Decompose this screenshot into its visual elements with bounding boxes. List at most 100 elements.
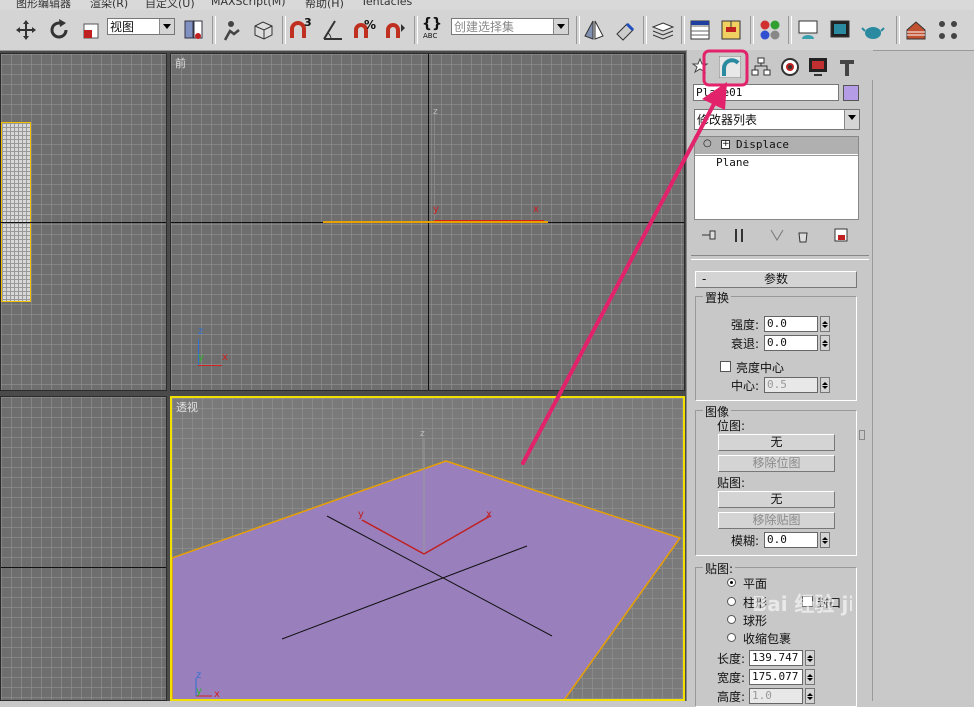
spinner-snap-icon[interactable] bbox=[384, 18, 408, 42]
spinner-arrows-icon[interactable] bbox=[820, 316, 830, 332]
left-viewport[interactable] bbox=[0, 396, 167, 701]
toolbar-separator bbox=[896, 16, 900, 44]
tripod-x-label: x bbox=[222, 352, 228, 363]
perspective-scene: y x z y x z bbox=[172, 429, 682, 699]
menu-customize[interactable]: 自定义(U) bbox=[145, 0, 195, 10]
curve-editor-icon[interactable] bbox=[688, 18, 712, 42]
radio-cylindrical[interactable] bbox=[727, 597, 736, 606]
luminance-center-checkbox[interactable] bbox=[720, 361, 731, 372]
toolbar-separator bbox=[212, 16, 216, 44]
menu-tentacles[interactable]: Tentacles bbox=[361, 0, 412, 8]
toolbar-separator bbox=[643, 16, 647, 44]
rotate-icon[interactable] bbox=[47, 18, 71, 42]
panel-scrollbar-thumb[interactable] bbox=[859, 430, 865, 440]
angle-snap-icon[interactable] bbox=[321, 18, 345, 42]
menu-help[interactable]: 帮助(H) bbox=[305, 0, 344, 10]
chevron-down-icon bbox=[553, 19, 568, 34]
spinner-arrows-icon[interactable] bbox=[805, 669, 815, 685]
hierarchy-tab-icon[interactable] bbox=[750, 56, 772, 78]
edit-named-selection-icon[interactable]: {} ABC bbox=[421, 16, 445, 42]
tripod-y-label: y bbox=[196, 686, 202, 697]
modifier-stack: ○ + Displace Plane bbox=[694, 136, 859, 220]
viewport-label[interactable]: 前 bbox=[175, 55, 186, 71]
schematic-view-icon[interactable] bbox=[719, 18, 743, 42]
menu-maxscript[interactable]: MAXScript(M) bbox=[211, 0, 286, 8]
percent-snap-icon[interactable]: % bbox=[352, 18, 376, 42]
snap-toggle-icon[interactable]: 3 bbox=[288, 16, 314, 42]
plane-object-top[interactable] bbox=[1, 122, 31, 302]
remove-bitmap-button[interactable]: 移除位图 bbox=[718, 455, 835, 472]
mapping-group-label: 贴图: bbox=[703, 560, 736, 577]
plane-object-front[interactable] bbox=[323, 221, 548, 223]
manipulate-icon[interactable] bbox=[219, 18, 243, 42]
object-color-swatch[interactable] bbox=[843, 85, 859, 101]
mirror-icon[interactable] bbox=[582, 18, 606, 42]
network-icon[interactable] bbox=[936, 18, 960, 42]
stack-item-plane[interactable]: Plane bbox=[716, 156, 749, 169]
scale-icon[interactable] bbox=[80, 18, 104, 42]
map-label: 贴图: bbox=[717, 476, 746, 490]
gizmo-z-label: z bbox=[433, 107, 438, 117]
radio-shrinkwrap[interactable] bbox=[727, 633, 736, 642]
render-teapot-icon[interactable] bbox=[861, 18, 885, 42]
params-rollout-header[interactable]: - 参数 bbox=[695, 271, 857, 288]
grid-axis-line bbox=[1, 222, 166, 223]
material-editor-icon[interactable] bbox=[758, 18, 782, 42]
tripod-y-label: y bbox=[198, 352, 204, 363]
pivot-icon[interactable] bbox=[182, 18, 206, 42]
create-tab-icon[interactable] bbox=[690, 56, 712, 78]
toolbar-separator bbox=[681, 16, 685, 44]
layer-manager-icon[interactable] bbox=[651, 18, 675, 42]
modify-tab-icon[interactable] bbox=[718, 55, 742, 79]
front-viewport[interactable]: 前 y x z z x y bbox=[170, 53, 685, 391]
remove-map-button[interactable]: 移除贴图 bbox=[718, 512, 835, 529]
lightbulb-icon[interactable]: ○ bbox=[703, 138, 712, 149]
expand-plus-icon[interactable]: + bbox=[721, 140, 730, 149]
map-button[interactable]: 无 bbox=[718, 491, 835, 508]
watermark: Bai 经验 jingyan.baidu.com bbox=[752, 592, 852, 616]
gizmo-x-label: x bbox=[486, 509, 492, 520]
menu-graph-editors[interactable]: 图形编辑器 bbox=[16, 0, 71, 10]
move-icon[interactable] bbox=[14, 18, 38, 42]
radio-planar[interactable] bbox=[727, 578, 736, 587]
render-setup-icon[interactable] bbox=[796, 18, 820, 42]
tripod-z-label: z bbox=[196, 670, 201, 681]
utilities-tab-icon[interactable] bbox=[836, 56, 858, 78]
toolbar-separator bbox=[576, 16, 580, 44]
top-viewport[interactable] bbox=[0, 53, 167, 391]
modifier-list-dropdown[interactable]: 修改器列表 bbox=[694, 109, 860, 130]
pin-stack-icon[interactable] bbox=[701, 227, 717, 243]
align-icon[interactable] bbox=[613, 18, 637, 42]
spinner-arrows-icon[interactable] bbox=[805, 688, 815, 704]
spinner-arrows-icon[interactable] bbox=[820, 532, 830, 548]
show-end-result-icon[interactable] bbox=[731, 227, 747, 243]
toolbar-separator bbox=[282, 16, 286, 44]
menu-bar: 图形编辑器 渲染(R) 自定义(U) MAXScript(M) 帮助(H) Te… bbox=[0, 0, 974, 10]
menu-rendering[interactable]: 渲染(R) bbox=[90, 0, 128, 10]
stack-item-displace[interactable]: ○ + Displace bbox=[695, 137, 858, 154]
spinner-arrows-icon[interactable] bbox=[820, 335, 830, 351]
configure-sets-icon[interactable] bbox=[833, 227, 849, 243]
center-label: 中心: bbox=[731, 379, 760, 393]
toolbar-separator bbox=[414, 16, 418, 44]
radio-spherical[interactable] bbox=[727, 615, 736, 624]
named-selection-sets-combo[interactable]: 创建选择集 bbox=[451, 18, 569, 35]
strength-label: 强度: bbox=[731, 318, 760, 332]
spinner-arrows-icon[interactable] bbox=[805, 650, 815, 666]
make-unique-icon[interactable] bbox=[769, 227, 785, 243]
bitmap-button[interactable]: 无 bbox=[718, 434, 835, 451]
reference-coord-combo[interactable]: 视图 bbox=[107, 18, 175, 35]
main-toolbar: 视图 3 % {} ABC 创建选择集 bbox=[0, 10, 974, 51]
rendered-frame-icon[interactable] bbox=[828, 18, 852, 42]
motion-tab-icon[interactable] bbox=[779, 56, 801, 78]
spinner-arrows-icon[interactable] bbox=[820, 377, 830, 393]
perspective-viewport[interactable]: 透视 y x z y x z bbox=[170, 396, 685, 701]
display-tab-icon[interactable] bbox=[807, 56, 829, 78]
toolbar-separator bbox=[750, 16, 754, 44]
bitmap-label: 位图: bbox=[717, 419, 746, 433]
gizmo-y-label: y bbox=[433, 204, 439, 215]
object-name-field[interactable]: Plane01 bbox=[693, 84, 839, 101]
remove-modifier-icon[interactable] bbox=[795, 227, 811, 243]
render-region-icon[interactable] bbox=[904, 18, 928, 42]
keyboard-shortcut-icon[interactable] bbox=[251, 18, 275, 42]
